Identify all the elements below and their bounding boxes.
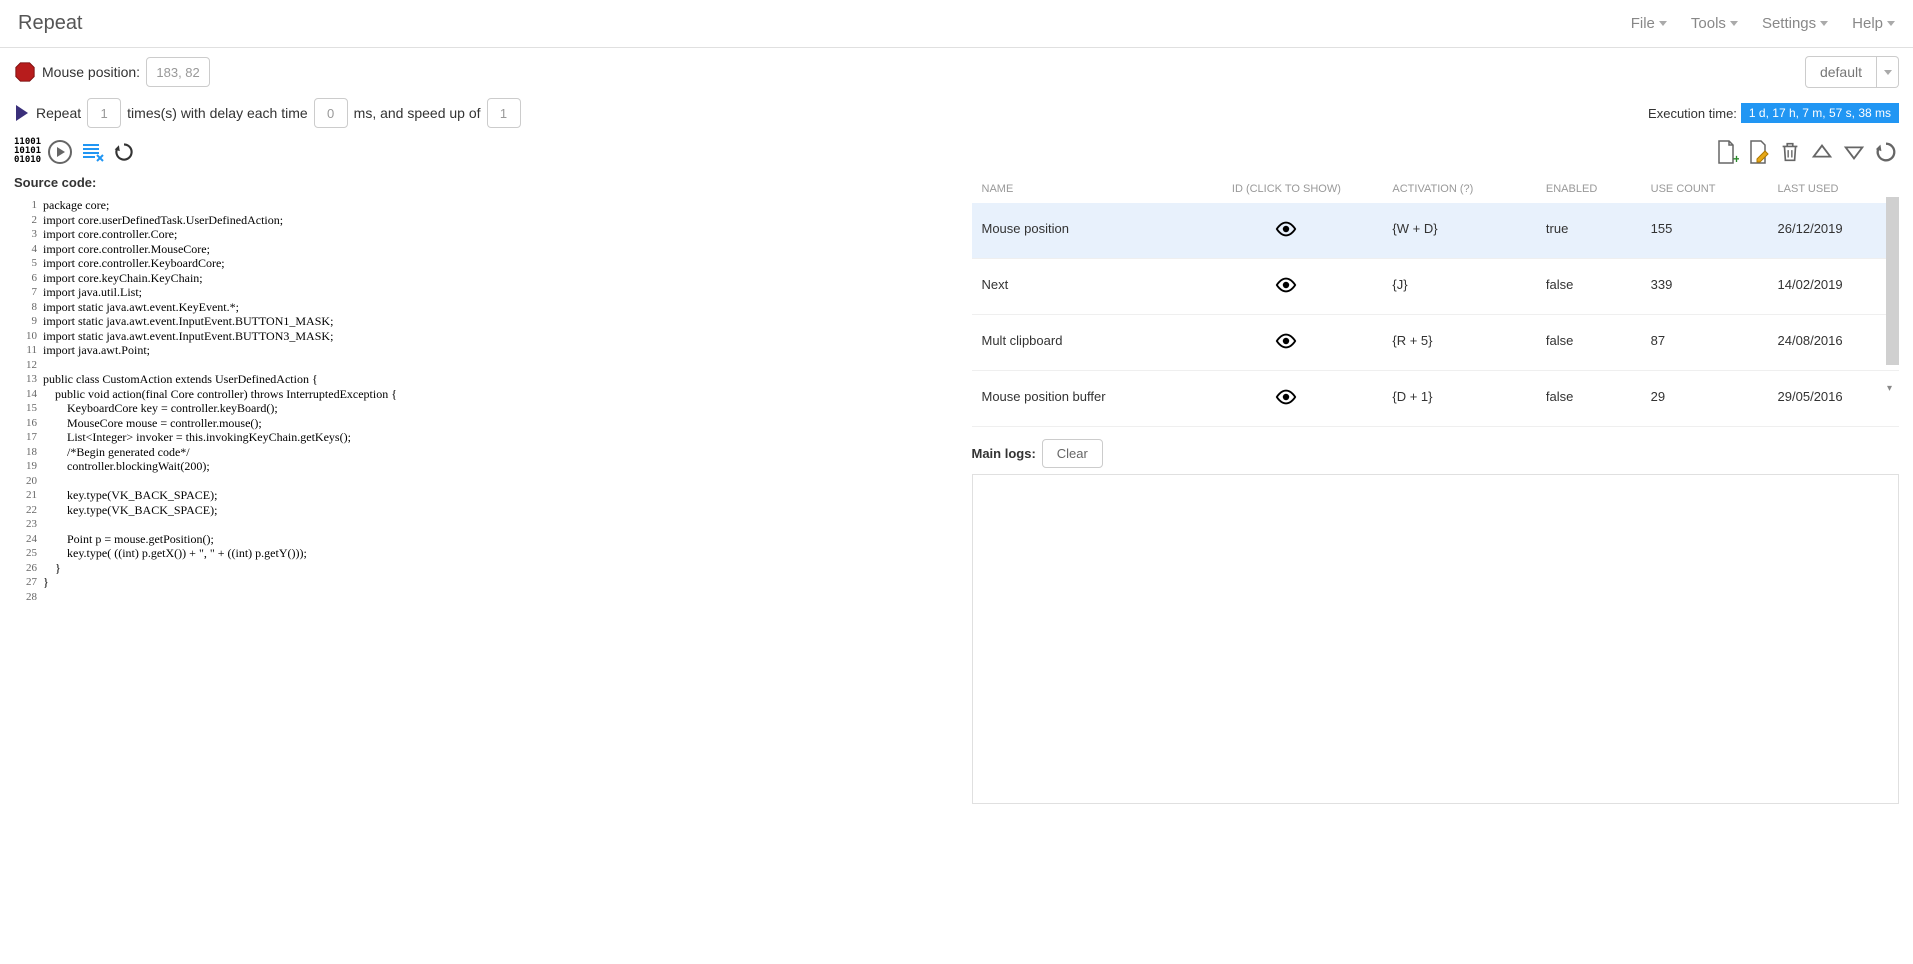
cell-usecount: 339 [1645, 259, 1772, 315]
task-table-wrap: NAME ID (CLICK TO SHOW) ACTIVATION (?) E… [972, 175, 1900, 427]
times-label: times(s) with delay each time [127, 105, 308, 121]
cell-name: Next [972, 259, 1187, 315]
cell-usecount: 155 [1645, 203, 1772, 259]
cell-enabled: false [1540, 315, 1645, 371]
scroll-down-icon[interactable]: ▾ [1887, 383, 1897, 393]
chevron-down-icon [1659, 21, 1667, 26]
mouse-position-input[interactable] [146, 57, 210, 87]
cell-lastused: 24/08/2016 [1772, 315, 1899, 371]
menu-bar: File Tools Settings Help [1631, 15, 1895, 32]
trash-icon[interactable] [1777, 139, 1803, 165]
menu-tools[interactable]: Tools [1691, 15, 1738, 32]
menu-help-label: Help [1852, 15, 1883, 32]
main-logs-label: Main logs: [972, 446, 1036, 461]
compile-icon[interactable]: 110011010101010 [14, 138, 41, 165]
execution-time-value: 1 d, 17 h, 7 m, 57 s, 38 ms [1741, 103, 1899, 123]
cell-enabled: false [1540, 259, 1645, 315]
repeat-label: Repeat [36, 105, 81, 121]
chevron-down-icon [1884, 70, 1892, 75]
mouse-position-label: Mouse position: [42, 64, 140, 80]
down-icon[interactable] [1841, 139, 1867, 165]
new-file-icon[interactable]: + [1713, 139, 1739, 165]
refresh-icon[interactable] [1873, 139, 1899, 165]
menu-help[interactable]: Help [1852, 15, 1895, 32]
scrollbar[interactable] [1886, 197, 1899, 365]
code-editor[interactable]: 1234567891011121314151617181920212223242… [14, 198, 942, 604]
show-id-icon[interactable] [1186, 203, 1386, 259]
cell-enabled: true [1540, 203, 1645, 259]
cell-lastused: 29/05/2016 [1772, 371, 1899, 427]
col-activation[interactable]: ACTIVATION (?) [1386, 175, 1540, 203]
run-icon[interactable] [47, 139, 73, 165]
chevron-down-icon [1820, 21, 1828, 26]
chevron-down-icon [1887, 21, 1895, 26]
menu-tools-label: Tools [1691, 15, 1726, 32]
play-icon[interactable] [14, 104, 30, 122]
col-lastused[interactable]: LAST USED [1772, 175, 1899, 203]
col-id[interactable]: ID (CLICK TO SHOW) [1186, 175, 1386, 203]
show-id-icon[interactable] [1186, 259, 1386, 315]
table-row[interactable]: Next {J}false33914/02/2019 [972, 259, 1900, 315]
cell-activation: {J} [1386, 259, 1540, 315]
cell-activation: {R + 5} [1386, 315, 1540, 371]
chevron-down-icon [1730, 21, 1738, 26]
col-enabled[interactable]: ENABLED [1540, 175, 1645, 203]
table-row[interactable]: Mouse position {W + D}true15526/12/2019 [972, 203, 1900, 259]
stop-icon[interactable] [14, 61, 36, 83]
repeat-input[interactable] [87, 98, 121, 128]
cell-lastused: 26/12/2019 [1772, 203, 1899, 259]
logs-textarea[interactable] [972, 474, 1900, 804]
col-name[interactable]: NAME [972, 175, 1187, 203]
cell-activation: {W + D} [1386, 203, 1540, 259]
page-title: Repeat [18, 12, 83, 35]
reload-icon[interactable] [111, 139, 137, 165]
show-id-icon[interactable] [1186, 315, 1386, 371]
cell-usecount: 87 [1645, 315, 1772, 371]
table-row[interactable]: Mult clipboard {R + 5}false8724/08/2016 [972, 315, 1900, 371]
col-usecount[interactable]: USE COUNT [1645, 175, 1772, 203]
menu-settings[interactable]: Settings [1762, 15, 1828, 32]
svg-text:+: + [1733, 152, 1739, 165]
menu-file-label: File [1631, 15, 1655, 32]
profile-dropdown-caret[interactable] [1877, 56, 1899, 88]
cell-name: Mouse position [972, 203, 1187, 259]
table-row[interactable]: Mouse position buffer {D + 1}false2929/05… [972, 371, 1900, 427]
task-table: NAME ID (CLICK TO SHOW) ACTIVATION (?) E… [972, 175, 1900, 427]
speed-input[interactable] [487, 98, 521, 128]
edit-file-icon[interactable] [1745, 139, 1771, 165]
menu-settings-label: Settings [1762, 15, 1816, 32]
cell-name: Mult clipboard [972, 315, 1187, 371]
menu-file[interactable]: File [1631, 15, 1667, 32]
profile-dropdown[interactable]: default [1805, 56, 1877, 88]
source-code-label: Source code: [14, 175, 942, 190]
cell-name: Mouse position buffer [972, 371, 1187, 427]
up-icon[interactable] [1809, 139, 1835, 165]
ms-label: ms, and speed up of [354, 105, 481, 121]
execution-time-label: Execution time: [1648, 106, 1737, 121]
edit-source-icon[interactable] [79, 139, 105, 165]
delay-input[interactable] [314, 98, 348, 128]
show-id-icon[interactable] [1186, 371, 1386, 427]
cell-usecount: 29 [1645, 371, 1772, 427]
cell-lastused: 14/02/2019 [1772, 259, 1899, 315]
clear-button[interactable]: Clear [1042, 439, 1103, 468]
cell-activation: {D + 1} [1386, 371, 1540, 427]
cell-enabled: false [1540, 371, 1645, 427]
